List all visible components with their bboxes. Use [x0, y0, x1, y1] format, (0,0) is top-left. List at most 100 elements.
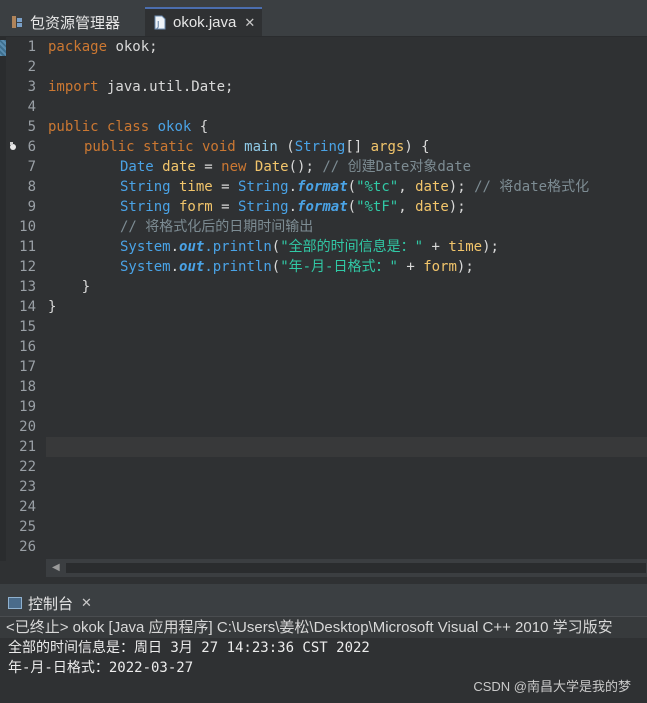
code-token: .println [204, 239, 272, 255]
code-token: ) { [404, 139, 430, 155]
line-number: 20 [19, 419, 36, 435]
code-token: ); [448, 179, 475, 195]
code-string: "全部的时间信息是：" [280, 239, 424, 255]
code-string: "年-月-日格式：" [280, 259, 398, 275]
code-line: System.out.println("年-月-日格式：" + form); [120, 257, 474, 277]
line-number: 19 [19, 399, 36, 415]
console-icon [8, 597, 22, 609]
line-number: 16 [19, 339, 36, 355]
line-number: 21 [19, 439, 36, 455]
close-icon[interactable]: ✕ [81, 595, 92, 611]
code-token: = [195, 159, 222, 175]
tab-console[interactable]: 控制台 ✕ [8, 590, 92, 616]
scroll-left-arrow-icon[interactable]: ◀ [52, 562, 60, 573]
watermark: CSDN @南昌大学是我的梦 [473, 679, 631, 694]
line-number: 26 [19, 539, 36, 555]
editor-tab-bar: 包资源管理器 J okok.java ✕ [0, 0, 647, 37]
code-token: [] [345, 139, 371, 155]
code-token: out [179, 259, 205, 275]
code-line: package okok; [48, 37, 158, 57]
code-token: package [48, 39, 108, 55]
code-token: new [221, 159, 247, 175]
line-number: 8 [27, 179, 36, 195]
code-token: okok [149, 119, 192, 135]
code-token: import [48, 79, 99, 95]
code-line: // 将格式化后的日期时间输出 [120, 217, 313, 237]
code-token: = [212, 199, 239, 215]
java-file-icon: J [153, 15, 167, 31]
line-number-gutter: 1 2 3 4 5 6 7 8 9 10 11 12 13 14 15 16 1… [6, 37, 42, 561]
line-number: 5 [27, 119, 36, 135]
code-token: format [297, 199, 348, 215]
line-number: 11 [19, 239, 36, 255]
code-token: ( [347, 179, 357, 195]
code-token: . [170, 239, 180, 255]
line-number: 14 [19, 299, 36, 315]
line-number: 9 [27, 199, 36, 215]
code-token: String [120, 179, 171, 195]
code-token: { [191, 119, 209, 135]
code-token: String [120, 199, 171, 215]
code-token: String [294, 139, 346, 155]
code-token: ); [482, 239, 499, 255]
code-token: System [120, 259, 171, 275]
code-comment: // 将date格式化 [474, 179, 590, 195]
code-token: System [120, 239, 171, 255]
code-token: . [170, 259, 180, 275]
code-token: , [398, 179, 416, 195]
code-token: ( [271, 239, 281, 255]
code-token: .println [204, 259, 272, 275]
line-number: 24 [19, 499, 36, 515]
console-output-line: 年-月-日格式：2022-03-27 [8, 660, 194, 676]
code-token: , [398, 199, 416, 215]
tab-okok-java-label: okok.java [173, 14, 237, 31]
scrollbar-track[interactable] [66, 563, 646, 573]
code-token: format [297, 179, 348, 195]
line-number: 2 [27, 59, 36, 75]
line-number: 17 [19, 359, 36, 375]
tab-okok-java[interactable]: J okok.java ✕ [145, 7, 262, 36]
code-line: public static void main (String[] args) … [84, 137, 430, 157]
code-token: (); [288, 159, 323, 175]
close-icon[interactable]: ✕ [244, 15, 255, 31]
code-token: date [153, 159, 196, 175]
code-token: time [170, 179, 213, 195]
code-token: public static void [84, 139, 236, 155]
horizontal-scrollbar[interactable]: ◀ [46, 559, 647, 577]
code-line: public class okok { [48, 117, 208, 137]
code-token: = [212, 179, 239, 195]
line-number: 10 [19, 219, 36, 235]
code-token: ( [277, 139, 295, 155]
package-explorer-icon [10, 14, 24, 30]
code-editor[interactable]: 1 2 3 4 5 6 7 8 9 10 11 12 13 14 15 16 1… [0, 37, 647, 577]
code-token: ); [448, 199, 466, 215]
console-tab-bar: 控制台 ✕ [0, 584, 647, 616]
code-token: + [423, 239, 449, 255]
code-line: } [48, 279, 91, 295]
code-token: args [370, 139, 405, 155]
svg-text:J: J [156, 20, 159, 29]
tab-package-explorer[interactable]: 包资源管理器 [10, 8, 120, 36]
line-number: 15 [19, 319, 36, 335]
code-token: String [238, 179, 289, 195]
code-token: . [288, 179, 298, 195]
run-breakpoint-icon[interactable] [8, 138, 18, 154]
line-number: 13 [19, 279, 36, 295]
code-token: java.util.Date; [98, 79, 234, 95]
code-token: form [423, 259, 457, 275]
code-token: public class [48, 119, 150, 135]
line-number: 25 [19, 519, 36, 535]
code-comment: // 将格式化后的日期时间输出 [120, 219, 314, 235]
console-status-line: <已终止> okok [Java 应用程序] C:\Users\姜松\Deskt… [0, 616, 647, 638]
code-token: okok; [107, 39, 158, 55]
code-line: String form = String.format("%tF", date)… [120, 197, 466, 217]
code-string: "%tF" [356, 199, 399, 215]
code-line: import java.util.Date; [48, 77, 233, 97]
code-token: main [235, 139, 278, 155]
code-comment: // 创建Date对象date [322, 159, 472, 175]
code-token: form [170, 199, 213, 215]
line-number: 22 [19, 459, 36, 475]
code-line: String time = String.format("%tc", date)… [120, 177, 589, 197]
code-token: ( [347, 199, 357, 215]
line-number: 3 [27, 79, 36, 95]
